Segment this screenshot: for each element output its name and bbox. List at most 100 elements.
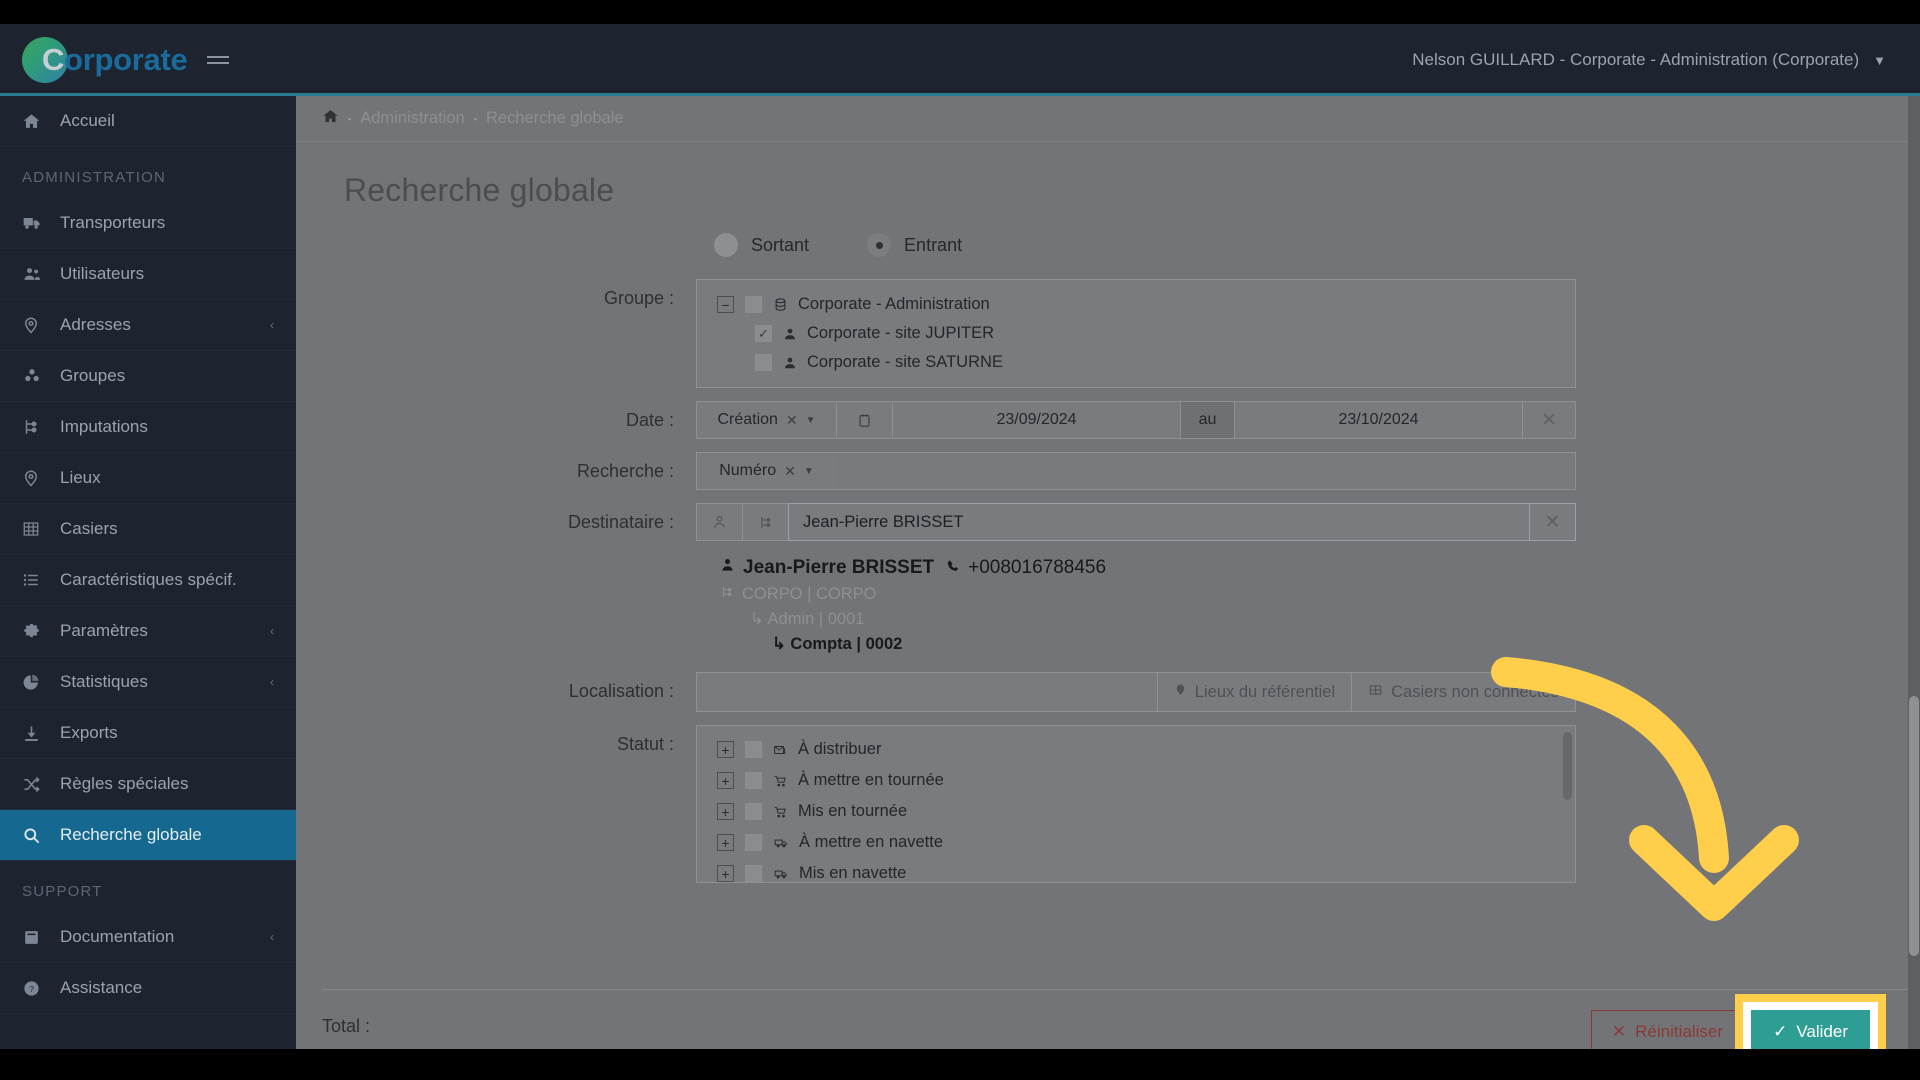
tree-node[interactable]: ✓ Corporate - site JUPITER <box>697 319 1575 348</box>
x-icon[interactable]: ✕ <box>784 463 796 480</box>
radio-sortant[interactable]: Sortant <box>714 233 809 257</box>
x-icon[interactable]: ✕ <box>786 412 798 429</box>
radio-entrant[interactable]: Entrant <box>867 233 962 257</box>
statut-checkbox[interactable] <box>745 834 762 851</box>
user-outline-icon[interactable] <box>696 503 742 541</box>
date-type-value: Création <box>717 411 778 428</box>
page-title: Recherche globale <box>344 172 615 208</box>
sidebar-item-label: Transporteurs <box>60 213 166 232</box>
statut-checkbox[interactable] <box>745 772 762 789</box>
van-icon <box>773 867 789 881</box>
chevron-left-icon: ‹ <box>270 624 274 638</box>
date-type-select[interactable]: Création ✕ ▼ <box>696 401 836 439</box>
tree-checkbox-checked[interactable]: ✓ <box>755 325 772 342</box>
sidebar-item-groupes[interactable]: Groupes <box>0 351 296 402</box>
user-filled-icon <box>720 557 735 579</box>
sidebar-item-imputations[interactable]: Imputations <box>0 402 296 453</box>
tree-node[interactable]: Corporate - site SATURNE <box>697 348 1575 377</box>
destinataire-input[interactable]: Jean-Pierre BRISSET <box>788 503 1530 541</box>
sidebar-item-assistance[interactable]: ? Assistance <box>0 963 296 1014</box>
caret-down-icon[interactable]: ▼ <box>804 466 814 477</box>
tree-node[interactable]: − Corporate - Administration <box>697 290 1575 319</box>
date-clear-button[interactable]: ✕ <box>1522 401 1576 439</box>
statut-scrollbar-thumb[interactable] <box>1563 732 1572 800</box>
sidebar-item-statistiques[interactable]: Statistiques ‹ <box>0 657 296 708</box>
footer-divider <box>322 989 1920 990</box>
sitemap-icon[interactable] <box>742 503 788 541</box>
chevron-down-icon[interactable]: ▼ <box>1873 53 1886 68</box>
breadcrumb-item-administration[interactable]: Administration <box>360 109 465 128</box>
tree-node-label: Corporate - site SATURNE <box>807 353 1003 371</box>
sidebar-item-accueil[interactable]: Accueil <box>0 96 296 147</box>
mail-stack-icon <box>773 743 788 757</box>
breadcrumb-item-recherche-globale[interactable]: Recherche globale <box>486 109 624 128</box>
expand-expander-icon[interactable]: + <box>717 865 734 882</box>
cart-icon <box>773 805 788 819</box>
recherche-text-input[interactable] <box>836 452 1576 490</box>
home-icon[interactable] <box>322 108 339 130</box>
groupe-tree: − Corporate - Administration ✓ Corporate… <box>696 279 1576 388</box>
validate-button[interactable]: ✓ Valider <box>1751 1010 1870 1049</box>
cubes-icon <box>22 366 50 386</box>
contact-org-level3: ↳ Compta | 0002 <box>772 634 1576 654</box>
sidebar-item-regles-speciales[interactable]: Règles spéciales <box>0 759 296 810</box>
sidebar-item-transporteurs[interactable]: Transporteurs <box>0 198 296 249</box>
statut-checkbox[interactable] <box>745 803 762 820</box>
sidebar-item-casiers[interactable]: Casiers <box>0 504 296 555</box>
radio-dot <box>714 233 738 257</box>
casiers-non-connectes-button[interactable]: Casiers non connectés <box>1351 672 1576 712</box>
screenshot-root: Corporate Accueil ADMINISTRATION Transpo… <box>0 0 1920 1080</box>
statut-item[interactable]: + À mettre en navette <box>697 827 1575 858</box>
hamburger-menu-icon[interactable] <box>207 56 230 64</box>
validate-button-highlight-inner: ✓ Valider <box>1743 1002 1878 1049</box>
sidebar-item-lieux[interactable]: Lieux <box>0 453 296 504</box>
recherche-type-value: Numéro <box>719 462 777 479</box>
page-scrollbar-thumb[interactable] <box>1909 696 1919 956</box>
tree-checkbox[interactable] <box>745 296 762 313</box>
cart-icon <box>773 774 788 788</box>
user-account-label[interactable]: Nelson GUILLARD - Corporate - Administra… <box>1412 50 1859 70</box>
date-to-input[interactable]: 23/10/2024 <box>1234 401 1522 439</box>
sidebar-item-caracteristiques[interactable]: Caractéristiques spécif. <box>0 555 296 606</box>
statut-checkbox[interactable] <box>745 865 762 882</box>
lieux-du-referentiel-button[interactable]: Lieux du référentiel <box>1156 672 1352 712</box>
tree-node-label: Corporate - site JUPITER <box>807 324 995 342</box>
map-pin-icon <box>22 316 50 334</box>
x-icon: ✕ <box>1611 1022 1627 1041</box>
phone-icon <box>946 557 960 579</box>
sidebar-item-documentation[interactable]: Documentation ‹ <box>0 912 296 963</box>
date-from-input[interactable]: 23/09/2024 <box>892 401 1180 439</box>
database-icon <box>773 297 788 312</box>
collapse-expander-icon[interactable]: − <box>717 296 734 313</box>
statut-item[interactable]: + Mis en navette <box>697 858 1575 882</box>
sidebar-item-parametres[interactable]: Paramètres ‹ <box>0 606 296 657</box>
recherche-type-select[interactable]: Numéro ✕ ▼ <box>696 452 836 490</box>
localisation-input[interactable] <box>696 672 1157 712</box>
reset-button[interactable]: ✕ Réinitialiser <box>1590 1010 1744 1049</box>
sidebar-item-label: Assistance <box>60 978 143 997</box>
caret-down-icon[interactable]: ▼ <box>806 415 816 426</box>
statut-item[interactable]: + À mettre en tournée <box>697 765 1575 796</box>
tree-checkbox[interactable] <box>755 354 772 371</box>
sidebar-item-recherche-globale[interactable]: Recherche globale <box>0 810 296 861</box>
destinataire-clear-button[interactable]: ✕ <box>1530 503 1576 541</box>
sidebar-item-adresses[interactable]: Adresses ‹ <box>0 300 296 351</box>
sidebar-section-support: SUPPORT <box>22 883 103 900</box>
statut-item[interactable]: + À distribuer <box>697 734 1575 765</box>
expand-expander-icon[interactable]: + <box>717 772 734 789</box>
expand-expander-icon[interactable]: + <box>717 741 734 758</box>
check-icon: ✓ <box>1773 1022 1788 1041</box>
statut-item[interactable]: + Mis en tournée <box>697 796 1575 827</box>
page-scrollbar-track[interactable] <box>1908 96 1920 1049</box>
contact-org-level2: ↳ Admin | 0001 <box>750 609 1576 629</box>
expand-expander-icon[interactable]: + <box>717 834 734 851</box>
sidebar-item-label: Caractéristiques spécif. <box>60 570 237 589</box>
sidebar-item-utilisateurs[interactable]: Utilisateurs <box>0 249 296 300</box>
sidebar-item-exports[interactable]: Exports <box>0 708 296 759</box>
sidebar-section-administration: ADMINISTRATION <box>22 169 167 186</box>
contact-org-level2-label: Admin | 0001 <box>767 610 865 628</box>
calendar-icon[interactable] <box>836 401 892 439</box>
radio-dot-selected <box>867 233 892 257</box>
expand-expander-icon[interactable]: + <box>717 803 734 820</box>
statut-checkbox[interactable] <box>745 741 762 758</box>
